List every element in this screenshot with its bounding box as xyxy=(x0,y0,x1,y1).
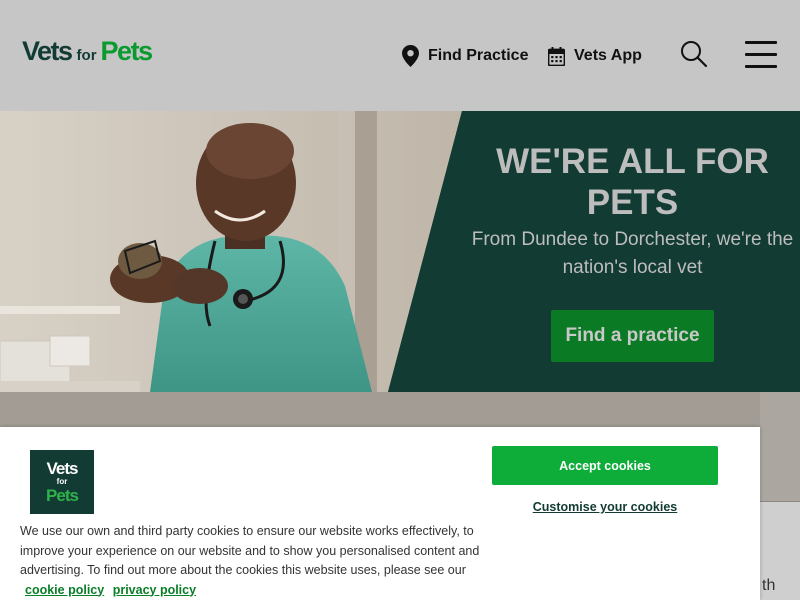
cookie-consent-banner: Vets for Pets We use our own and third p… xyxy=(0,427,760,600)
vets-app-link[interactable]: Vets App xyxy=(548,43,642,69)
vets-for-pets-logo[interactable]: Vets for Pets xyxy=(22,36,154,67)
privacy-policy-link[interactable]: privacy policy xyxy=(113,583,196,597)
hamburger-menu-button[interactable] xyxy=(745,41,777,69)
hero-title: WE'RE ALL FOR PETS xyxy=(496,142,769,222)
find-practice-label: Find Practice xyxy=(428,47,529,64)
below-hero-edge xyxy=(760,392,800,502)
find-practice-link[interactable]: Find Practice xyxy=(402,43,528,69)
hero-subtitle: From Dundee to Dorchester, we're the nat… xyxy=(471,229,794,278)
logo-pets-text: Pets xyxy=(100,36,154,66)
cookie-logo-vets: Vets xyxy=(46,459,79,478)
cookie-description-text: We use our own and third party cookies t… xyxy=(20,524,480,577)
hero-banner: WE'RE ALL FOR PETS From Dundee to Dorche… xyxy=(0,111,800,392)
logo-vets-text: Vets xyxy=(22,36,73,66)
cookie-description: We use our own and third party cookies t… xyxy=(20,522,490,600)
partial-body-text: th xyxy=(762,577,776,594)
cookie-logo-pets: Pets xyxy=(46,486,79,505)
find-a-practice-button[interactable]: Find a practice xyxy=(551,310,714,362)
logo-for-text: for xyxy=(76,47,97,64)
site-header: Vets for Pets Find Practice Vets App xyxy=(0,0,800,111)
vets-app-label: Vets App xyxy=(574,47,642,64)
search-button[interactable] xyxy=(680,40,708,68)
cookie-policy-link[interactable]: cookie policy xyxy=(25,583,104,597)
hamburger-menu-icon-bar xyxy=(745,65,777,68)
cookie-logo-for: for xyxy=(56,477,68,486)
accept-cookies-button[interactable]: Accept cookies xyxy=(492,446,718,485)
search-icon xyxy=(681,41,708,68)
hamburger-menu-icon-bar xyxy=(745,41,777,44)
calendar-icon xyxy=(548,46,565,66)
cookie-banner-logo: Vets for Pets xyxy=(30,450,94,514)
customise-cookies-link[interactable]: Customise your cookies xyxy=(492,500,718,514)
hamburger-menu-icon-bar xyxy=(745,53,777,56)
map-pin-icon xyxy=(402,45,419,67)
